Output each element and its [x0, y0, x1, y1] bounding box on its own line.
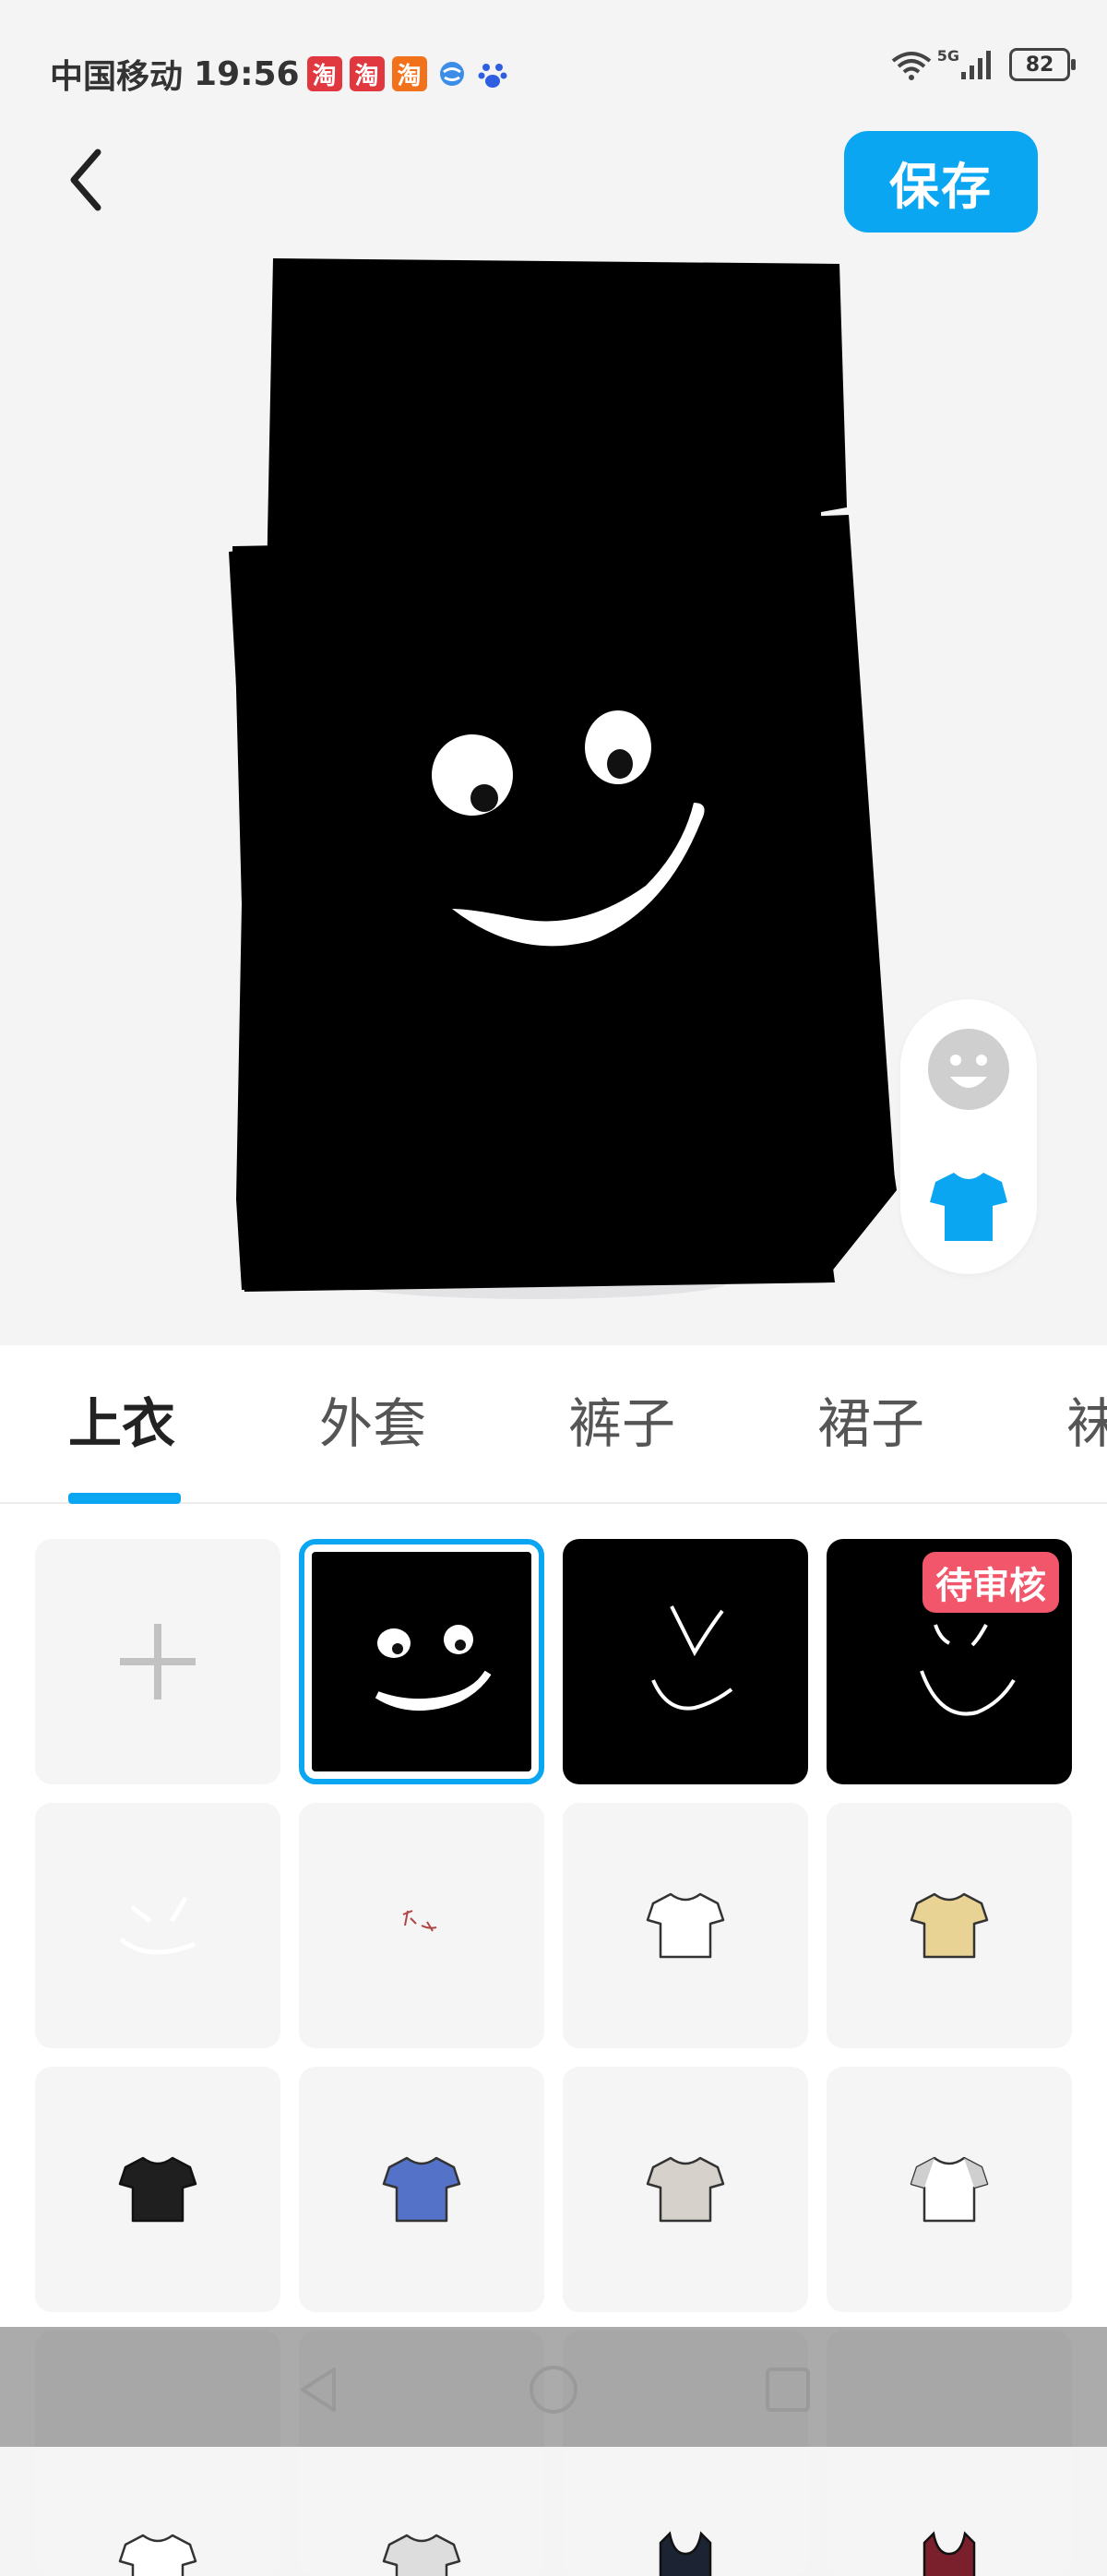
white-tshirt-icon: [118, 2534, 197, 2576]
black-tshirt-icon: [118, 2156, 197, 2223]
plus-icon: [120, 1624, 196, 1699]
custom-face-thumbnail: [375, 1625, 492, 1711]
chevron-left-icon: [70, 149, 101, 211]
system-home-button[interactable]: [526, 2362, 581, 2417]
status-right: 5G 82: [889, 46, 1076, 81]
back-button[interactable]: [55, 143, 129, 217]
category-tabs: 上衣 外套 裤子 裙子 袜: [0, 1345, 1107, 1504]
shirt-icon: [930, 1173, 1007, 1241]
tab-outerwear[interactable]: 外套: [319, 1380, 426, 1458]
grid-item-custom-face[interactable]: [299, 1539, 544, 1784]
blue-tshirt-icon: [382, 2156, 461, 2223]
grid-item-blue-tshirt[interactable]: [299, 2067, 544, 2312]
grid-item-beige-tshirt[interactable]: [827, 1803, 1072, 2048]
grid-item-custom-faint[interactable]: [35, 1803, 280, 2048]
navy-tank-icon: [659, 2531, 712, 2576]
add-item-button[interactable]: [35, 1539, 280, 1784]
clock: 19:56: [194, 54, 300, 93]
system-recents-button[interactable]: [760, 2362, 815, 2417]
outfit-toggle-button[interactable]: [928, 1165, 1009, 1246]
wardrobe-panel: 上衣 外套 裤子 裙子 袜 待审核: [0, 1345, 1107, 2576]
baidu-notification-icon: [478, 64, 507, 88]
taobao-notification-icon: 淘: [306, 56, 342, 91]
grid-item-custom-doodle[interactable]: [299, 1803, 544, 2048]
battery-level: 82: [1025, 53, 1054, 77]
status-bar: 中国移动 19:56 淘 淘 淘 5G 82: [0, 0, 1107, 138]
signal-icon: [961, 51, 991, 79]
save-button[interactable]: 保存: [844, 131, 1038, 233]
preview-mode-toggle: [900, 999, 1037, 1274]
pending-review-badge: 待审核: [922, 1552, 1059, 1613]
system-back-button[interactable]: [292, 2362, 347, 2417]
face-icon: [928, 1029, 1009, 1110]
status-left: 中国移动 19:56 淘 淘 淘: [50, 50, 508, 98]
grid-item-gray-tshirt[interactable]: [563, 2067, 808, 2312]
network-type: 5G: [936, 46, 959, 65]
tab-socks[interactable]: 袜: [1066, 1380, 1107, 1458]
tab-tops[interactable]: 上衣: [68, 1380, 175, 1458]
active-tab-indicator: [68, 1493, 181, 1504]
battery-indicator: 82: [1009, 48, 1076, 81]
wifi-icon: [891, 52, 931, 80]
grid-item-black-tshirt[interactable]: [35, 2067, 280, 2312]
grid-item-custom-v[interactable]: [563, 1539, 808, 1784]
carrier-label: 中国移动: [50, 58, 184, 96]
face-toggle-button[interactable]: [926, 1027, 1011, 1112]
tab-pants[interactable]: 裤子: [568, 1380, 675, 1458]
maroon-tank-icon: [922, 2531, 976, 2576]
browser-notification-icon: [439, 62, 464, 86]
recents-square-icon: [766, 2367, 810, 2412]
beige-tshirt-icon: [910, 1892, 989, 1959]
white-tshirt-icon: [646, 1892, 725, 1959]
grid-item-custom-smile[interactable]: 待审核: [827, 1539, 1072, 1784]
custom-faint-thumbnail: [119, 1896, 196, 1955]
taobao-notification-icon: 淘: [391, 56, 427, 91]
custom-v-thumbnail: [651, 1605, 733, 1711]
grid-item-raglan-tshirt[interactable]: [827, 2067, 1072, 2312]
home-circle-icon: [530, 2366, 577, 2414]
taobao-notification-icon: 淘: [349, 56, 385, 91]
custom-doodle-thumbnail: [402, 1910, 437, 1932]
gray-tshirt-icon: [646, 2156, 725, 2223]
raglan-tshirt-icon: [910, 2156, 989, 2223]
back-triangle-icon: [301, 2367, 336, 2412]
light-tshirt-icon: [382, 2534, 461, 2576]
grid-item-white-tshirt[interactable]: [563, 1803, 808, 2048]
system-navigation-bar: [0, 2327, 1107, 2447]
tab-skirts[interactable]: 裙子: [817, 1380, 924, 1458]
